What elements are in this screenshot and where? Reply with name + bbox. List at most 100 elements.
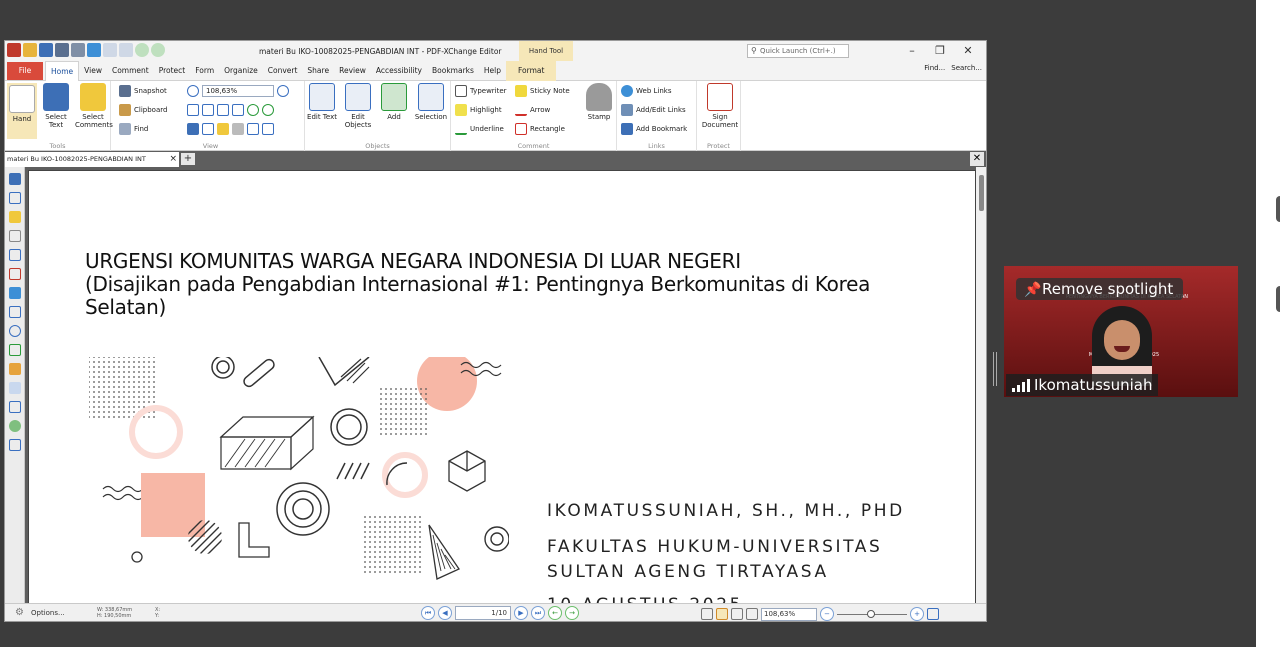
tab-comment[interactable]: Comment: [107, 61, 154, 81]
first-page-icon[interactable]: ⏮: [421, 606, 435, 620]
comments-pane-icon[interactable]: [9, 211, 21, 223]
articles-pane-icon[interactable]: [9, 439, 21, 451]
tab-form[interactable]: Form: [190, 61, 219, 81]
fields-pane-icon[interactable]: [9, 401, 21, 413]
fullscreen-icon[interactable]: [927, 608, 939, 620]
bookmark-icon[interactable]: [187, 123, 199, 135]
edge-handle-bottom[interactable]: [1276, 286, 1280, 312]
stamp-button[interactable]: Stamp: [583, 83, 615, 121]
remove-spotlight-button[interactable]: 📌 Remove spotlight: [1016, 278, 1184, 300]
edit-text-button[interactable]: Edit Text: [307, 83, 337, 121]
sign-document-button[interactable]: Sign Document: [701, 83, 739, 129]
previous-page-icon[interactable]: ◀: [438, 606, 452, 620]
add-bookmark-button[interactable]: Add Bookmark: [621, 123, 687, 135]
fit-visible-icon[interactable]: [232, 104, 244, 116]
structure-pane-icon[interactable]: [9, 344, 21, 356]
underline-button[interactable]: Underline: [455, 123, 504, 135]
document-viewport[interactable]: URGENSI KOMUNITAS WARGA NEGARA INDONESIA…: [25, 167, 986, 603]
scrollbar-thumb[interactable]: [979, 175, 984, 211]
gear-icon[interactable]: ⚙: [15, 607, 24, 618]
tab-convert[interactable]: Convert: [263, 61, 303, 81]
print-icon[interactable]: [55, 43, 69, 57]
save-icon[interactable]: [39, 43, 53, 57]
content-pane-icon[interactable]: [9, 249, 21, 261]
add-edit-links-button[interactable]: Add/Edit Links: [621, 104, 686, 116]
options-button[interactable]: Options...: [31, 609, 65, 617]
tab-format[interactable]: Format: [506, 61, 557, 81]
new-tab-button[interactable]: +: [181, 153, 195, 165]
zoom-input[interactable]: 108,63%: [202, 85, 274, 97]
undo-icon[interactable]: [103, 43, 117, 57]
clipboard-button[interactable]: Clipboard: [119, 104, 167, 116]
attachments-pane-icon[interactable]: [9, 230, 21, 242]
destinations-pane-icon[interactable]: [9, 420, 21, 432]
tab-home[interactable]: Home: [45, 61, 80, 81]
tags-pane-icon[interactable]: [9, 382, 21, 394]
snapshot-button[interactable]: Snapshot: [119, 85, 167, 97]
find-button[interactable]: Find...: [924, 64, 945, 72]
layers-icon[interactable]: [247, 123, 259, 135]
zoom-out-icon[interactable]: [187, 85, 199, 97]
signatures-pane-icon[interactable]: [9, 268, 21, 280]
email-icon[interactable]: [71, 43, 85, 57]
last-page-icon[interactable]: ⏭: [531, 606, 545, 620]
select-comments-button[interactable]: Select Comments: [75, 83, 113, 129]
single-page-icon[interactable]: [701, 608, 713, 620]
pages-icon[interactable]: [202, 123, 214, 135]
redo-icon[interactable]: [119, 43, 133, 57]
edge-handle-top[interactable]: [1276, 196, 1280, 222]
close-document-icon[interactable]: ✕: [970, 152, 984, 166]
vertical-scrollbar[interactable]: [976, 167, 986, 603]
highlight-button[interactable]: Highlight: [455, 104, 502, 116]
layers-pane-icon[interactable]: [9, 287, 21, 299]
facing-page-icon[interactable]: [731, 608, 743, 620]
quick-launch-input[interactable]: Quick Launch (Ctrl+.): [747, 44, 849, 58]
edit-objects-button[interactable]: Edit Objects: [341, 83, 375, 129]
tab-help[interactable]: Help: [479, 61, 506, 81]
properties-pane-icon[interactable]: [9, 306, 21, 318]
fit-width-icon[interactable]: [217, 104, 229, 116]
tab-protect[interactable]: Protect: [154, 61, 191, 81]
find-tool-button[interactable]: Find: [119, 123, 148, 135]
status-zoom-input[interactable]: 108,63%: [761, 607, 817, 621]
search-button[interactable]: Search...: [951, 64, 982, 72]
rotate-left-icon[interactable]: [247, 104, 259, 116]
add-button[interactable]: Add: [379, 83, 409, 121]
panel-splitter-handle[interactable]: [993, 352, 997, 386]
zoom-in-icon[interactable]: [277, 85, 289, 97]
forward-icon[interactable]: [151, 43, 165, 57]
selection-button[interactable]: Selection: [413, 83, 449, 121]
file-menu-button[interactable]: File: [7, 62, 43, 80]
tab-view[interactable]: View: [79, 61, 107, 81]
comments-icon[interactable]: [217, 123, 229, 135]
minimize-button[interactable]: –: [898, 43, 926, 59]
page-number-input[interactable]: 1/10: [455, 606, 511, 620]
maximize-button[interactable]: ❐: [926, 43, 954, 59]
next-page-icon[interactable]: ▶: [514, 606, 528, 620]
tab-review[interactable]: Review: [334, 61, 371, 81]
arrow-button[interactable]: Arrow: [515, 104, 550, 116]
forward-view-icon[interactable]: →: [565, 606, 579, 620]
tab-share[interactable]: Share: [302, 61, 334, 81]
continuous-page-icon[interactable]: [716, 608, 728, 620]
back-icon[interactable]: [135, 43, 149, 57]
cloud-icon[interactable]: [87, 43, 101, 57]
rectangle-button[interactable]: Rectangle: [515, 123, 565, 135]
open-folder-icon[interactable]: [23, 43, 37, 57]
tab-bookmarks[interactable]: Bookmarks: [427, 61, 479, 81]
actual-size-icon[interactable]: [187, 104, 199, 116]
fit-page-icon[interactable]: [202, 104, 214, 116]
tab-organize[interactable]: Organize: [219, 61, 263, 81]
status-zoom-in-icon[interactable]: +: [910, 607, 924, 621]
document-tab[interactable]: materi Bu IKO-10082025-PENGABDIAN INT ×: [5, 152, 179, 167]
close-tab-icon[interactable]: ×: [169, 152, 177, 167]
web-links-button[interactable]: Web Links: [621, 85, 671, 97]
select-text-button[interactable]: Select Text: [41, 83, 71, 129]
bookmarks-pane-icon[interactable]: [9, 173, 21, 185]
facing-continuous-icon[interactable]: [746, 608, 758, 620]
hand-tool-button[interactable]: Hand: [7, 83, 37, 139]
typewriter-button[interactable]: Typewriter: [455, 85, 507, 97]
zoom-slider[interactable]: [837, 609, 907, 618]
links-pane-icon[interactable]: [9, 363, 21, 375]
close-window-button[interactable]: ✕: [954, 43, 982, 59]
